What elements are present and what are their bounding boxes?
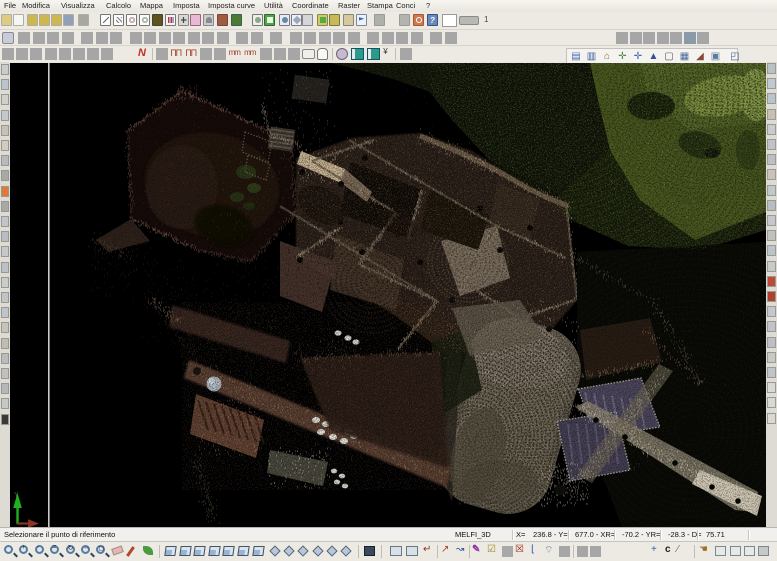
- svg-text:Y: Y: [14, 492, 19, 499]
